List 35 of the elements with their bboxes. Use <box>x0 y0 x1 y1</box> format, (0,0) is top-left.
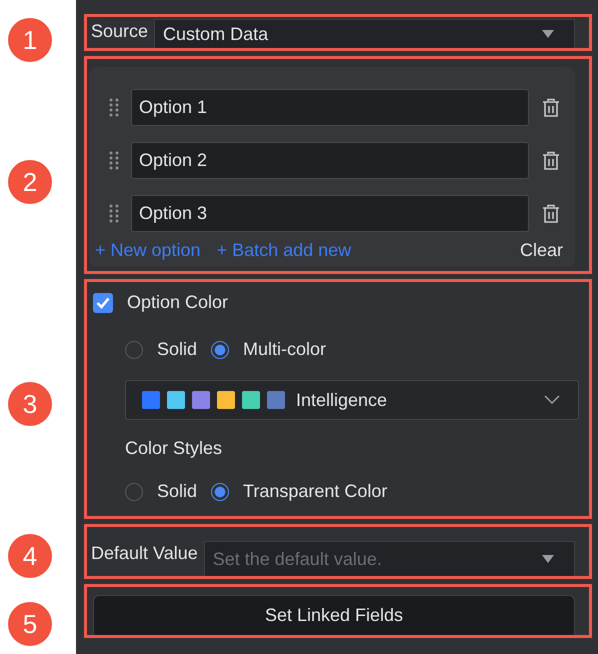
radio-label: Transparent Color <box>243 481 388 502</box>
source-label: Source <box>90 20 150 43</box>
radio-button[interactable] <box>211 340 230 358</box>
radio-button[interactable] <box>125 340 143 358</box>
option-input[interactable]: Option 3 <box>131 195 529 232</box>
default-value-label: Default Value <box>90 542 199 565</box>
option-input[interactable]: Option 1 <box>131 89 529 126</box>
radio-label: Solid <box>157 481 198 502</box>
callout-number: 4 <box>8 534 52 578</box>
drag-handle-icon[interactable] <box>109 98 119 118</box>
callout-number: 2 <box>8 160 52 204</box>
radio-button[interactable] <box>211 482 230 500</box>
trash-icon[interactable] <box>542 150 560 170</box>
checkmark-icon <box>96 296 110 308</box>
source-select[interactable]: Custom Data <box>154 19 575 48</box>
drag-handle-icon[interactable] <box>109 204 119 224</box>
color-styles-label: Color Styles <box>125 438 224 459</box>
clear-link[interactable]: Clear <box>520 240 563 261</box>
dropdown-triangle-icon <box>542 555 554 563</box>
option-input[interactable]: Option 2 <box>131 142 529 179</box>
radio-label: Solid <box>157 339 198 360</box>
option-color-label: Option Color <box>127 292 228 313</box>
checkbox[interactable] <box>93 292 113 312</box>
radio-label: Multi-color <box>243 339 326 360</box>
callout-number: 1 <box>8 18 52 62</box>
callout-number: 5 <box>8 602 52 646</box>
radio-button[interactable] <box>125 482 143 500</box>
chevron-down-icon <box>544 395 560 405</box>
palette-select[interactable]: Intelligence <box>125 380 579 420</box>
drag-handle-icon[interactable] <box>109 150 119 170</box>
trash-icon[interactable] <box>542 98 560 118</box>
dropdown-triangle-icon <box>542 30 554 38</box>
trash-icon[interactable] <box>542 204 560 224</box>
set-linked-fields-button[interactable]: Set Linked Fields <box>93 595 575 635</box>
callout-number: 3 <box>8 382 52 426</box>
